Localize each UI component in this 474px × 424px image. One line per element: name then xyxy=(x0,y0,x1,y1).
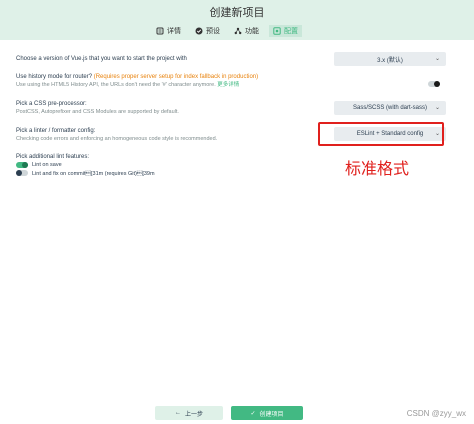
watermark: CSDN @zyy_wx xyxy=(406,409,466,418)
tab-features[interactable]: 功能 xyxy=(230,25,263,37)
annotation-text: 标准格式 xyxy=(345,159,410,178)
window-title: 创建新项目 xyxy=(209,7,265,19)
check-circle-icon xyxy=(195,27,203,35)
history-mode-label: Use history mode for router? (Requires p… xyxy=(16,74,259,80)
header: 创建新项目 详情 预设 功能 配置 xyxy=(0,0,474,40)
tab-label: 详情 xyxy=(167,28,181,35)
vue-version-value: 3.x (默认) xyxy=(377,57,403,64)
create-button-label: 创建项目 xyxy=(259,411,284,418)
css-value: Sass/SCSS (with dart-sass) xyxy=(352,105,428,111)
create-project-button[interactable]: ✓ 创建项目 xyxy=(231,406,303,420)
lint-feature-label: Lint and fix on commit[31m (requires Gi… xyxy=(32,170,155,177)
prev-button[interactable]: ← 上一步 xyxy=(155,406,223,420)
history-mode-toggle[interactable] xyxy=(428,81,440,87)
tab-bar: 详情 预设 功能 配置 xyxy=(152,24,302,38)
tab-label: 功能 xyxy=(245,28,259,35)
tab-label: 配置 xyxy=(284,28,298,35)
chevron-down-icon: ⌄ xyxy=(434,56,440,62)
tab-details[interactable]: 详情 xyxy=(152,25,185,37)
css-row: Pick a CSS pre-processor: PostCSS, Autop… xyxy=(16,100,446,116)
lint-on-save-toggle[interactable] xyxy=(16,162,28,168)
lint-feature-label: Lint on save xyxy=(32,162,62,168)
details-icon xyxy=(156,27,164,35)
more-details-link[interactable]: 更多详情 xyxy=(217,82,239,88)
chevron-down-icon: ⌄ xyxy=(434,105,440,111)
features-icon xyxy=(234,27,242,35)
vue-version-row: Choose a version of Vue.js that you want… xyxy=(16,52,446,66)
prev-button-label: 上一步 xyxy=(184,411,203,418)
check-icon: ✓ xyxy=(250,410,256,417)
history-mode-desc: Use using the HTML5 History API, the URL… xyxy=(16,82,240,88)
tab-presets[interactable]: 预设 xyxy=(191,25,224,37)
footer: ← 上一步 ✓ 创建项目 xyxy=(0,396,474,424)
tab-label: 预设 xyxy=(206,28,220,35)
history-mode-row: Use history mode for router? (Requires p… xyxy=(16,73,446,89)
arrow-left-icon: ← xyxy=(174,410,181,416)
toggle-knob xyxy=(434,81,440,87)
tab-config[interactable]: 配置 xyxy=(269,25,302,37)
annotation-highlight-box xyxy=(318,122,444,146)
vue-version-select[interactable]: 3.x (默认) ⌄ xyxy=(334,52,446,66)
config-icon xyxy=(273,27,281,35)
history-mode-warning: (Requires proper server setup for index … xyxy=(93,74,259,80)
lint-on-commit-toggle[interactable] xyxy=(16,170,28,176)
css-select[interactable]: Sass/SCSS (with dart-sass) ⌄ xyxy=(334,101,446,115)
